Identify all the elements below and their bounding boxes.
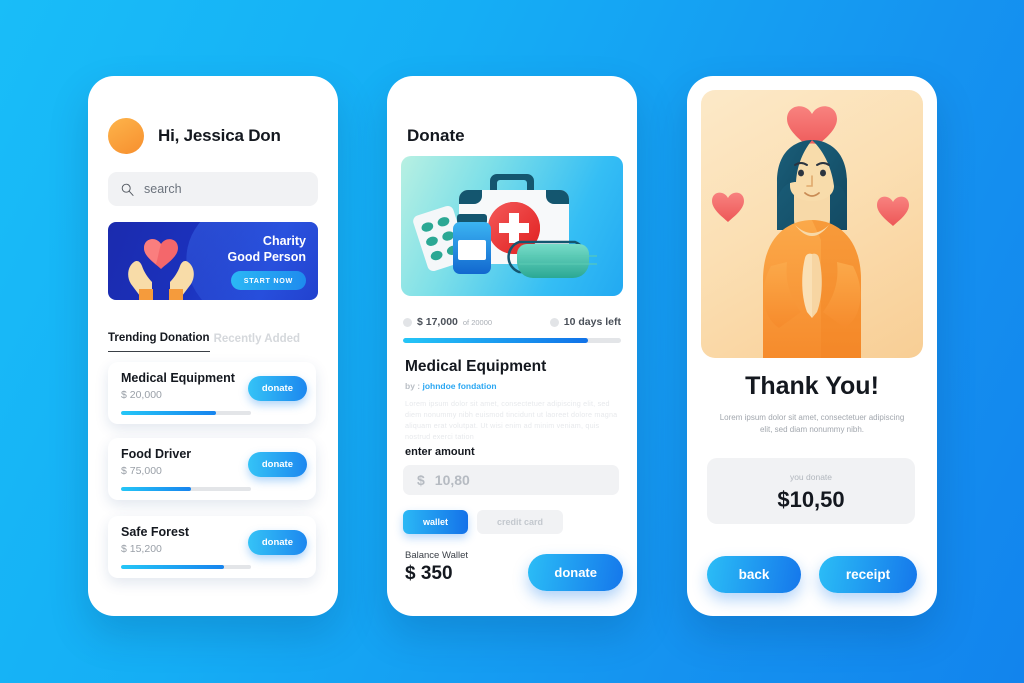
- donated-value: $10,50: [777, 487, 845, 512]
- balance-value: $ 350: [405, 563, 453, 584]
- coin-icon: [403, 317, 412, 327]
- amount-input[interactable]: $ 10,80: [403, 465, 619, 495]
- by-prefix: by :: [405, 381, 423, 391]
- donated-amount-card: you donate $10,50: [707, 458, 915, 524]
- donation-card[interactable]: Food Driver $ 75,000 donate: [108, 438, 316, 500]
- banner-line-2: Good Person: [227, 250, 306, 264]
- banner-text: Charity Good Person: [228, 233, 306, 265]
- wallet-balance: Balance Wallet $ 350: [405, 550, 468, 585]
- donate-button[interactable]: donate: [528, 554, 623, 591]
- raised-goal: of 20000: [462, 317, 493, 327]
- hands-holding-heart-icon: [128, 239, 194, 300]
- receipt-button[interactable]: receipt: [819, 556, 917, 593]
- donation-amount: $ 15,200: [121, 543, 162, 555]
- payment-method-wallet[interactable]: wallet: [403, 510, 469, 534]
- phone-screen-home: Hi, Jessica Don search Charity Good Pers…: [88, 76, 338, 616]
- time-left-stat: 10 days left: [549, 316, 621, 328]
- campaign-stats: $ 17,000 of 20000 10 days left: [403, 316, 621, 328]
- back-button[interactable]: back: [707, 556, 801, 593]
- tab-trending-donation[interactable]: Trending Donation: [108, 332, 210, 352]
- campaign-description: Lorem ipsum dolor sit amet, consectetuer…: [405, 399, 618, 442]
- search-icon: [121, 183, 134, 196]
- donation-title: Safe Forest: [121, 525, 190, 539]
- donation-amount: $ 75,000: [121, 465, 162, 477]
- enter-amount-label: enter amount: [405, 446, 475, 458]
- donation-card[interactable]: Medical Equipment $ 20,000 donate: [108, 362, 316, 424]
- donate-button[interactable]: donate: [247, 452, 307, 477]
- payment-method-credit-card[interactable]: credit card: [477, 510, 564, 534]
- donated-label: you donate: [789, 472, 833, 482]
- raised-amount: $ 17,000: [417, 316, 458, 328]
- donate-button[interactable]: donate: [247, 530, 307, 555]
- charity-banner[interactable]: Charity Good Person START NOW: [108, 222, 318, 300]
- campaign-title: Medical Equipment: [405, 358, 547, 375]
- phone-screen-donate: Donate $ 17,000 of 20000 10 days left Me…: [387, 76, 637, 616]
- donation-progress-bar: [121, 487, 251, 491]
- donation-amount: $ 20,000: [121, 389, 162, 401]
- balance-label: Balance Wallet: [405, 550, 469, 561]
- phone-screen-thank-you: Thank You! Lorem ipsum dolor sit amet, c…: [687, 76, 937, 616]
- search-placeholder: search: [144, 182, 182, 196]
- author-name[interactable]: johndoe fondation: [422, 381, 496, 391]
- donation-title: Food Driver: [121, 447, 192, 461]
- donation-card[interactable]: Safe Forest $ 15,200 donate: [108, 516, 316, 578]
- payment-method-tabs: wallet credit card: [403, 510, 564, 534]
- first-aid-kit-illustration: [401, 156, 623, 296]
- thank-you-subtext: Lorem ipsum dolor sit amet, consectetuer…: [719, 413, 905, 434]
- tab-recently-added[interactable]: Recently Added: [214, 333, 300, 352]
- amount-value: 10,80: [434, 472, 470, 488]
- donation-progress-bar: [121, 411, 251, 415]
- donate-button[interactable]: donate: [247, 376, 307, 401]
- first-aid-kit-icon: [413, 174, 597, 278]
- campaign-author: by : johndoe fondation: [405, 381, 497, 391]
- search-input[interactable]: search: [108, 172, 318, 206]
- home-header: Hi, Jessica Don: [108, 118, 281, 154]
- thank-you-illustration: [701, 90, 923, 358]
- campaign-progress-bar: [403, 338, 621, 343]
- woman-praying-with-hearts-icon: [712, 106, 909, 358]
- donation-progress-bar: [121, 565, 251, 569]
- currency-symbol: $: [417, 472, 425, 488]
- donation-tabs: Trending Donation Recently Added: [108, 332, 320, 352]
- time-left-text: 10 days left: [563, 316, 621, 328]
- avatar[interactable]: [108, 118, 144, 154]
- banner-line-1: Charity: [262, 234, 306, 248]
- thank-you-heading: Thank You!: [745, 372, 879, 400]
- mockup-stage: Hi, Jessica Don search Charity Good Pers…: [0, 0, 1024, 683]
- donation-title: Medical Equipment: [121, 371, 235, 385]
- raised-stat: $ 17,000 of 20000: [403, 316, 492, 328]
- start-now-button[interactable]: START NOW: [230, 271, 306, 290]
- greeting-text: Hi, Jessica Don: [158, 126, 281, 145]
- clock-icon: [549, 317, 559, 327]
- page-title: Donate: [407, 126, 465, 145]
